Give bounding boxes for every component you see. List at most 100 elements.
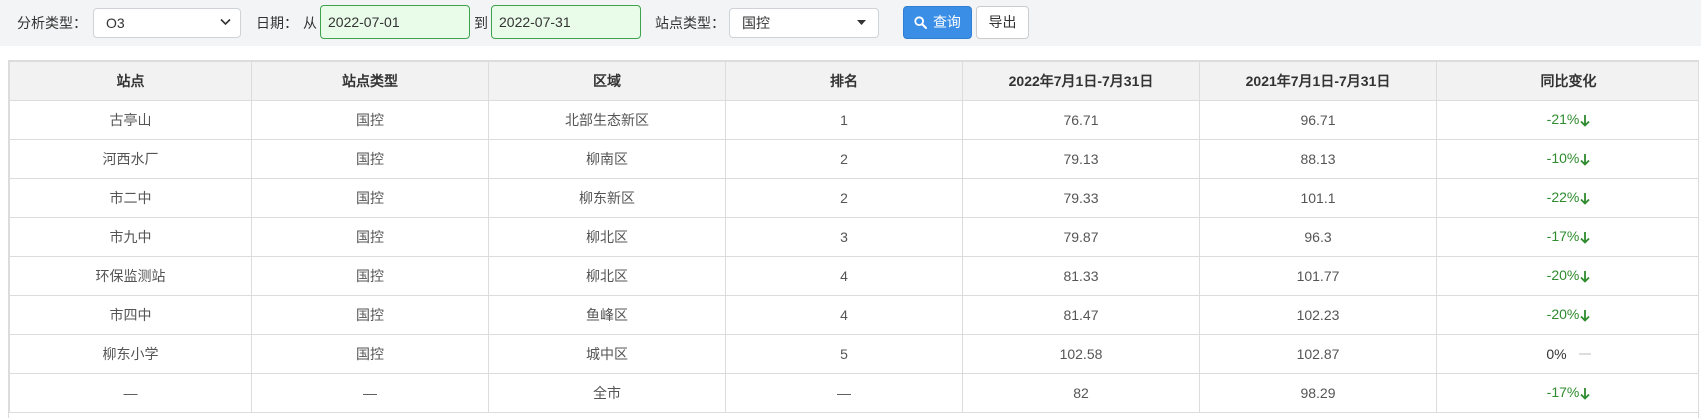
station-type-label: 站点类型： bbox=[655, 15, 725, 31]
cell-value-2021: 102.87 bbox=[1199, 334, 1437, 374]
filter-toolbar: 分析类型： O3 日期： 从 2022-07-01 到 2022-07-31 站… bbox=[0, 0, 1701, 46]
cell-station-type: 国控 bbox=[251, 139, 489, 179]
cell-value-2021: 88.13 bbox=[1199, 139, 1437, 179]
cell-value-2021: 96.3 bbox=[1199, 217, 1437, 257]
analysis-type-value: O3 bbox=[106, 15, 125, 31]
cell-region: 北部生态新区 bbox=[488, 100, 726, 140]
cell-region: 城中区 bbox=[488, 334, 726, 374]
yoy-change-value: 0% bbox=[1546, 346, 1567, 362]
table-header-row: 站点 站点类型 区域 排名 2022年7月1日-7月31日 2021年7月1日-… bbox=[9, 61, 1698, 101]
yoy-change-value: -20% bbox=[1546, 305, 1580, 322]
query-button[interactable]: 查询 bbox=[903, 6, 972, 39]
cell-station: 环保监测站 bbox=[9, 256, 252, 296]
station-type-select[interactable]: 国控 bbox=[729, 8, 879, 38]
table-row: 古亭山 国控 北部生态新区 1 76.71 96.71 -21% bbox=[9, 100, 1698, 140]
yoy-change-value: -17% bbox=[1546, 227, 1580, 244]
cell-yoy-change: -17% bbox=[1436, 217, 1698, 257]
cell-region: 柳东新区 bbox=[488, 178, 726, 218]
table-row: 柳东小学 国控 城中区 5 102.58 102.87 0% bbox=[9, 334, 1698, 374]
arrow-down-icon bbox=[1580, 231, 1590, 247]
col-header-station[interactable]: 站点 bbox=[9, 61, 252, 101]
cell-yoy-change: -17% bbox=[1436, 373, 1698, 413]
date-label: 日期： bbox=[256, 15, 298, 31]
col-header-region[interactable]: 区域 bbox=[488, 61, 726, 101]
cell-rank: 1 bbox=[725, 100, 963, 140]
col-header-yoy-change[interactable]: 同比变化 bbox=[1436, 61, 1698, 101]
ranking-table: 站点 站点类型 区域 排名 2022年7月1日-7月31日 2021年7月1日-… bbox=[8, 60, 1699, 418]
yoy-change-value: -10% bbox=[1546, 149, 1580, 166]
yoy-change-value: -20% bbox=[1546, 266, 1580, 283]
cell-station-type: 国控 bbox=[251, 295, 489, 335]
date-to-input[interactable]: 2022-07-31 bbox=[491, 5, 641, 39]
cell-region: 柳北区 bbox=[488, 256, 726, 296]
caret-down-icon bbox=[857, 9, 866, 37]
cell-station: 市四中 bbox=[9, 295, 252, 335]
analysis-type-label: 分析类型： bbox=[17, 15, 87, 31]
cell-value-2022: 79.33 bbox=[962, 178, 1200, 218]
search-icon bbox=[914, 14, 933, 30]
cell-value-2022: 81.47 bbox=[962, 295, 1200, 335]
cell-yoy-change: -21% bbox=[1436, 100, 1698, 140]
cell-yoy-change: -20% bbox=[1436, 295, 1698, 335]
cell-value-2021: 96.71 bbox=[1199, 100, 1437, 140]
cell-station: 市二中 bbox=[9, 178, 252, 218]
yoy-change-value: -21% bbox=[1546, 110, 1580, 127]
cell-rank: 2 bbox=[725, 139, 963, 179]
cell-station: 古亭山 bbox=[9, 100, 252, 140]
arrow-down-icon bbox=[1580, 270, 1590, 286]
cell-station: 河西水厂 bbox=[9, 139, 252, 179]
cell-value-2022: 79.87 bbox=[962, 217, 1200, 257]
table-row: 市二中 国控 柳东新区 2 79.33 101.1 -22% bbox=[9, 178, 1698, 218]
arrow-down-icon bbox=[1580, 309, 1590, 325]
chevron-down-icon bbox=[220, 9, 231, 37]
cell-value-2022: 82 bbox=[962, 373, 1200, 413]
date-from-input[interactable]: 2022-07-01 bbox=[320, 5, 470, 39]
date-from-label: 从 bbox=[303, 15, 317, 31]
cell-station-type: 国控 bbox=[251, 256, 489, 296]
cell-station: — bbox=[9, 373, 252, 413]
cell-value-2021: 98.29 bbox=[1199, 373, 1437, 413]
query-button-label: 查询 bbox=[932, 14, 961, 30]
date-to-label: 到 bbox=[474, 15, 488, 31]
table-row: 市四中 国控 鱼峰区 4 81.47 102.23 -20% bbox=[9, 295, 1698, 335]
cell-region: 鱼峰区 bbox=[488, 295, 726, 335]
export-button[interactable]: 导出 bbox=[976, 6, 1029, 39]
cell-value-2022: 79.13 bbox=[962, 139, 1200, 179]
cell-station-type: — bbox=[251, 373, 489, 413]
table-row: 市九中 国控 柳北区 3 79.87 96.3 -17% bbox=[9, 217, 1698, 257]
cell-yoy-change: -10% bbox=[1436, 139, 1698, 179]
station-type-value: 国控 bbox=[742, 15, 770, 31]
cell-rank: 2 bbox=[725, 178, 963, 218]
arrow-down-icon bbox=[1580, 153, 1590, 169]
cell-station-type: 国控 bbox=[251, 100, 489, 140]
cell-rank: 4 bbox=[725, 295, 963, 335]
arrow-down-icon bbox=[1580, 114, 1590, 130]
col-header-rank[interactable]: 排名 bbox=[725, 61, 963, 101]
col-header-2021[interactable]: 2021年7月1日-7月31日 bbox=[1199, 61, 1437, 101]
cell-value-2022: 102.58 bbox=[962, 334, 1200, 374]
cell-value-2021: 101.77 bbox=[1199, 256, 1437, 296]
cell-station-type: 国控 bbox=[251, 217, 489, 257]
cell-rank: 3 bbox=[725, 217, 963, 257]
cell-value-2021: 101.1 bbox=[1199, 178, 1437, 218]
cell-station: 柳东小学 bbox=[9, 334, 252, 374]
cell-station-type: 国控 bbox=[251, 334, 489, 374]
cell-value-2022: 81.33 bbox=[962, 256, 1200, 296]
cell-region: 柳南区 bbox=[488, 139, 726, 179]
analysis-type-select[interactable]: O3 bbox=[93, 8, 241, 38]
table-row: — — 全市 —82 98.29 -17% bbox=[9, 373, 1698, 413]
flat-trend-icon bbox=[1578, 353, 1591, 355]
table-row: 环保监测站 国控 柳北区 4 81.33 101.77 -20% bbox=[9, 256, 1698, 296]
col-header-2022[interactable]: 2022年7月1日-7月31日 bbox=[962, 61, 1200, 101]
cell-rank: 5 bbox=[725, 334, 963, 374]
yoy-change-value: -22% bbox=[1546, 188, 1580, 205]
cell-station-type: 国控 bbox=[251, 178, 489, 218]
cell-yoy-change: -22% bbox=[1436, 178, 1698, 218]
yoy-change-value: -17% bbox=[1546, 383, 1580, 400]
cell-station: 市九中 bbox=[9, 217, 252, 257]
col-header-station-type[interactable]: 站点类型 bbox=[251, 61, 489, 101]
arrow-down-icon bbox=[1580, 192, 1590, 208]
cell-region: 柳北区 bbox=[488, 217, 726, 257]
arrow-down-icon bbox=[1580, 387, 1590, 403]
cell-rank: 4 bbox=[725, 256, 963, 296]
